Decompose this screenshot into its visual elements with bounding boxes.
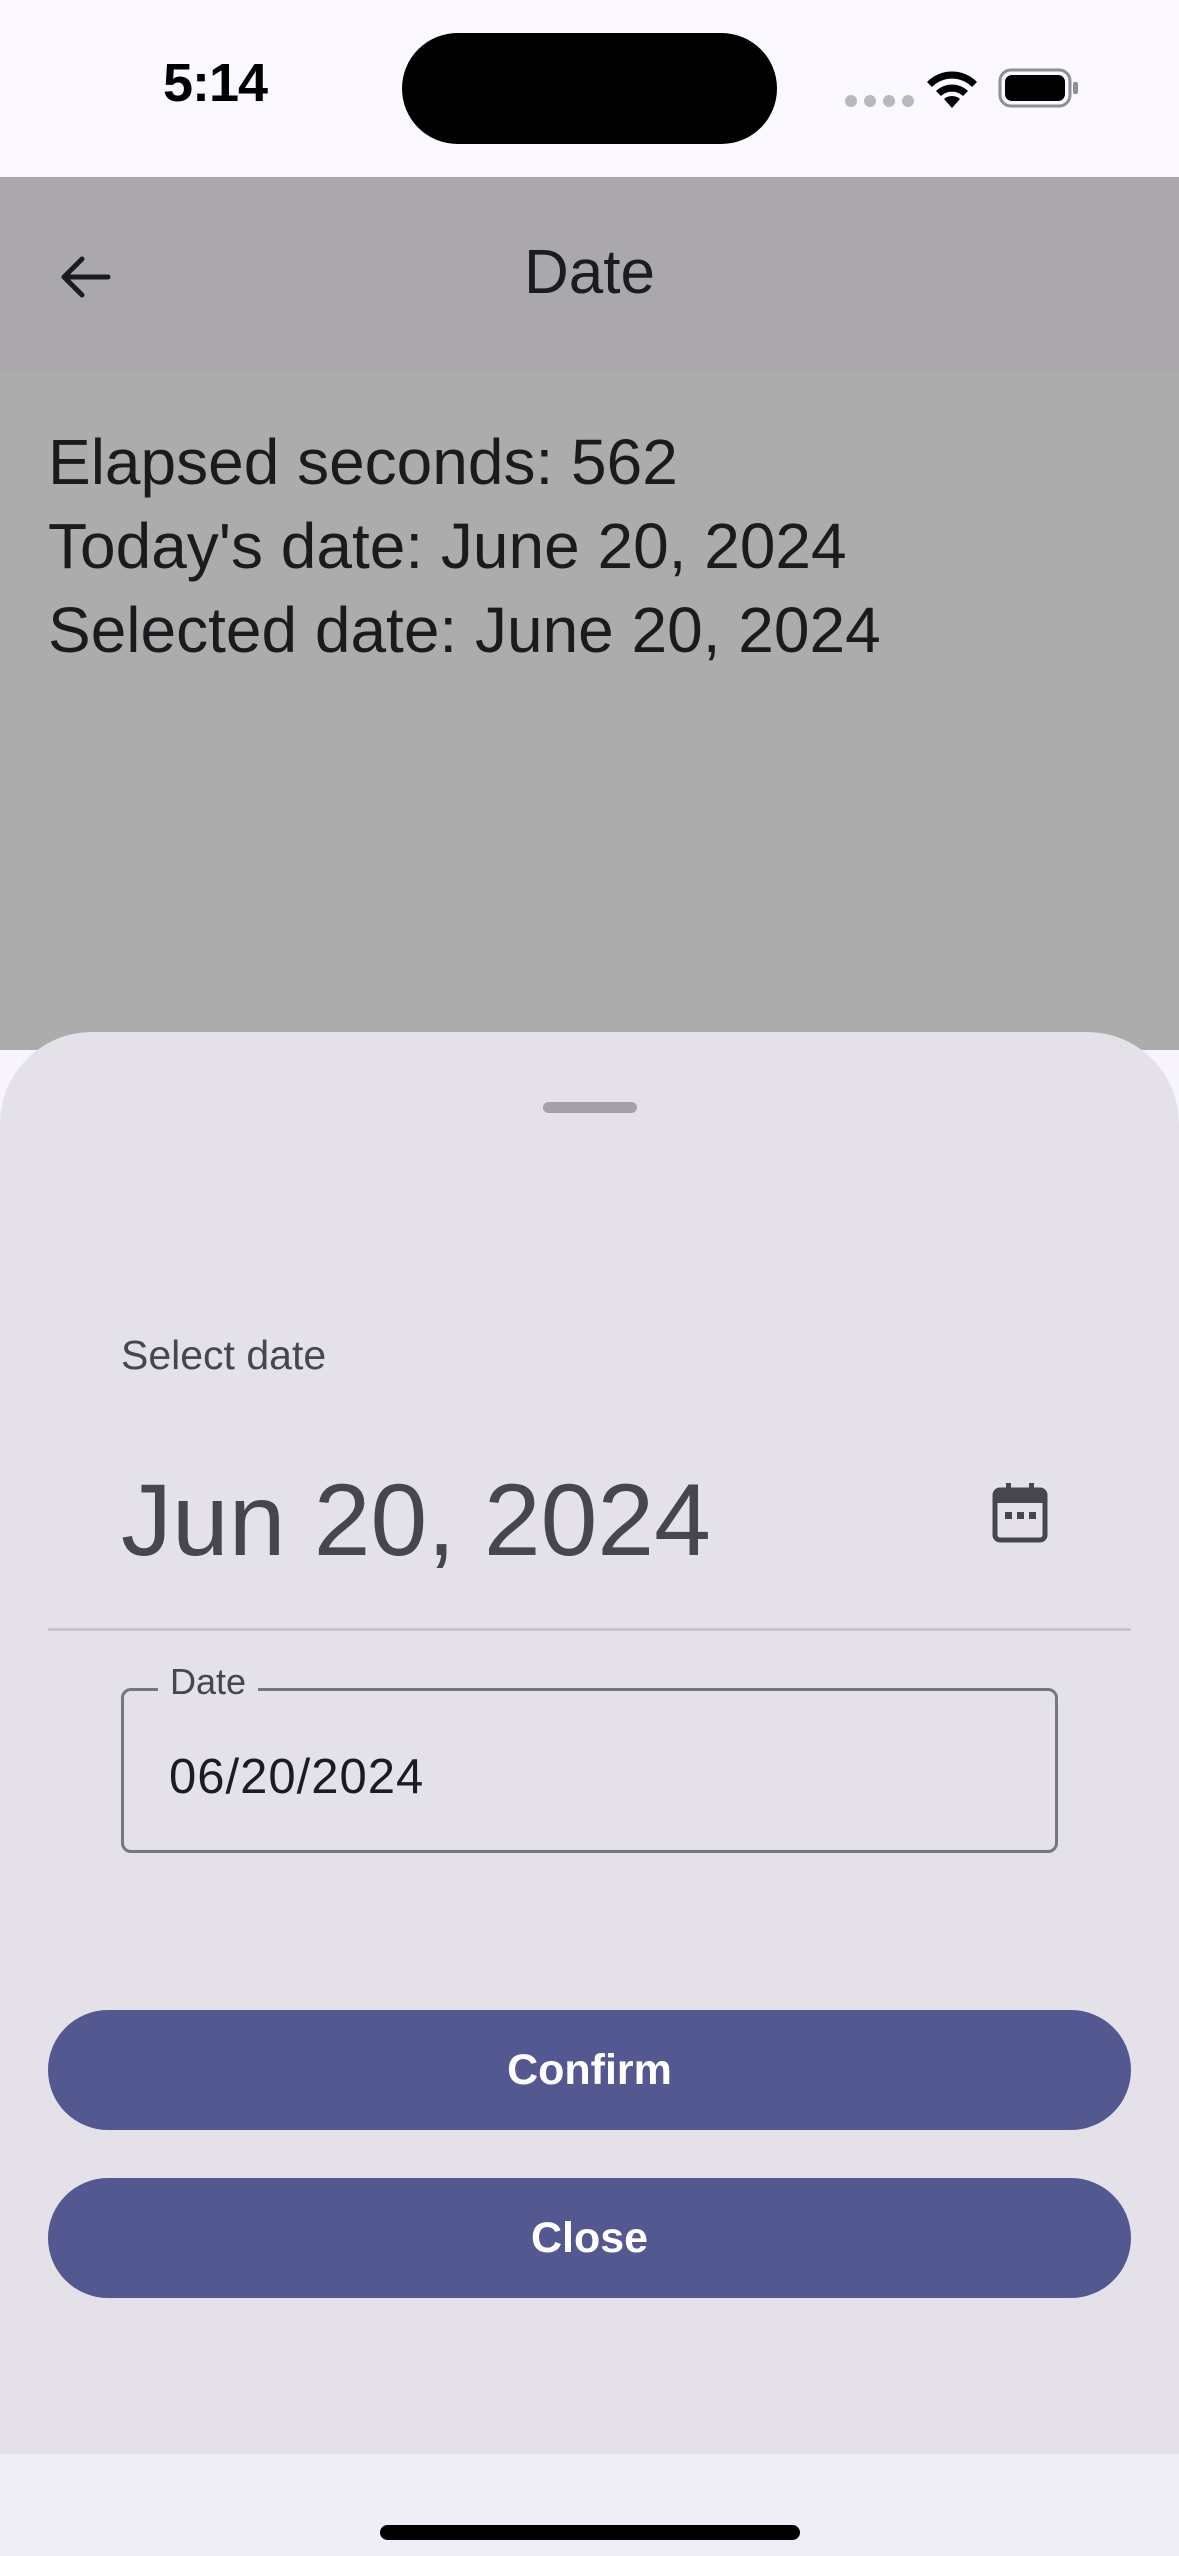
date-field-label: Date bbox=[158, 1661, 259, 1703]
confirm-button[interactable]: Confirm bbox=[48, 2010, 1131, 2130]
cellular-signal-icon bbox=[845, 95, 914, 107]
calendar-icon bbox=[992, 1483, 1048, 1543]
dynamic-island bbox=[402, 33, 777, 144]
status-bar: 5:14 bbox=[0, 0, 1179, 177]
date-input-field[interactable]: Date 06/20/2024 bbox=[121, 1661, 1058, 1853]
screen: 5:14 Date Elapsed seconds: 562 Today's d… bbox=[0, 0, 1179, 2556]
elapsed-seconds-text: Elapsed seconds: 562 bbox=[48, 426, 678, 498]
calendar-mode-button[interactable] bbox=[985, 1477, 1055, 1547]
close-button[interactable]: Close bbox=[48, 2178, 1131, 2298]
select-date-label: Select date bbox=[121, 1332, 327, 1378]
battery-icon bbox=[998, 68, 1078, 108]
content-area: Elapsed seconds: 562 Today's date: June … bbox=[0, 370, 1179, 1050]
navigation-area bbox=[0, 2454, 1179, 2556]
status-time: 5:14 bbox=[163, 53, 268, 113]
date-field-value[interactable]: 06/20/2024 bbox=[169, 1749, 424, 1805]
app-bar: Date bbox=[0, 177, 1179, 370]
todays-date-text: Today's date: June 20, 2024 bbox=[48, 510, 847, 582]
home-indicator[interactable] bbox=[380, 2525, 800, 2540]
date-picker-sheet: Select date Jun 20, 2024 Date 06/20/2024… bbox=[0, 1032, 1179, 2454]
headline-date: Jun 20, 2024 bbox=[121, 1463, 711, 1577]
wifi-icon bbox=[927, 71, 977, 108]
drag-handle[interactable] bbox=[543, 1102, 637, 1113]
divider bbox=[48, 1628, 1131, 1631]
page-title: Date bbox=[524, 238, 655, 307]
selected-date-text: Selected date: June 20, 2024 bbox=[48, 594, 881, 666]
